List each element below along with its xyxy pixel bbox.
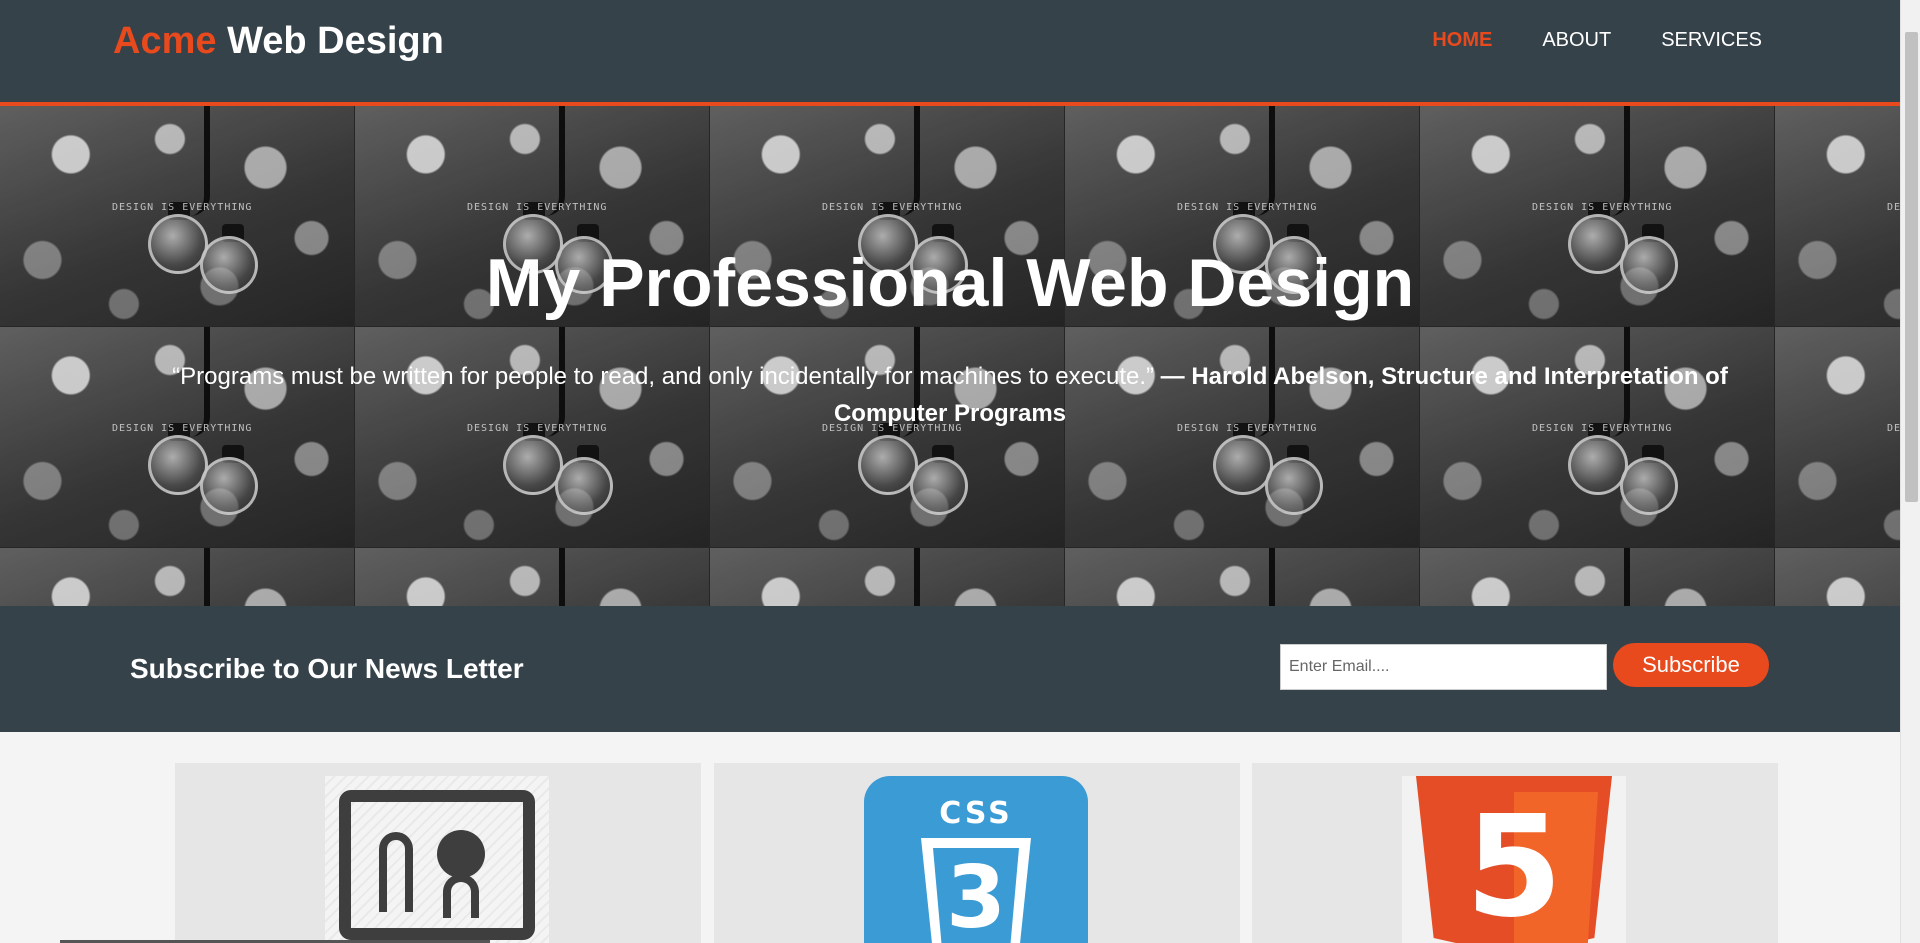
scrollbar-thumb[interactable] [1905, 32, 1918, 502]
feature-box-design [175, 763, 701, 943]
brush-icon [437, 830, 485, 878]
showcase-overlay [0, 106, 1900, 606]
subscribe-button[interactable]: Subscribe [1613, 643, 1769, 687]
css-logo-text: CSS [939, 796, 1013, 831]
css3-logo-icon: CSS 3 [864, 776, 1088, 943]
html5-logo-icon: 5 [1402, 776, 1626, 943]
showcase-title: My Professional Web Design [485, 245, 1415, 321]
design-tablet-icon [325, 776, 549, 943]
quote-text: “Programs must be written for people to … [172, 363, 1154, 390]
brush-stand-icon [443, 874, 479, 918]
brand-name: Web Design [227, 20, 444, 62]
css-logo-number: 3 [946, 848, 1006, 943]
newsletter-heading: Subscribe to Our News Letter [130, 653, 524, 684]
brand-logo[interactable]: Acme Web Design [113, 20, 444, 63]
site-header: Acme Web Design HOME ABOUT SERVICES [0, 0, 1900, 106]
nav-about-link[interactable]: ABOUT [1542, 29, 1611, 52]
pencil-icon [379, 832, 413, 912]
showcase-banner: DESIGN IS EVERYTHING DESIGN IS EVERYTHING… [0, 106, 1900, 606]
showcase-quote: “Programs must be written for people to … [130, 358, 1770, 432]
newsletter-section: Subscribe to Our News Letter Subscribe [0, 606, 1900, 732]
feature-boxes: CSS 3 5 [0, 732, 1900, 943]
tablet-frame [339, 790, 535, 940]
html-logo-number: 5 [1465, 786, 1563, 943]
page-scrollbar[interactable] [1900, 0, 1920, 943]
feature-box-html: 5 [1252, 763, 1778, 943]
main-nav: HOME ABOUT SERVICES [1432, 29, 1762, 52]
email-input[interactable] [1280, 644, 1607, 690]
brand-accent: Acme [113, 20, 217, 62]
nav-services-link[interactable]: SERVICES [1661, 29, 1762, 52]
feature-box-css: CSS 3 [714, 763, 1240, 943]
nav-home-link[interactable]: HOME [1432, 29, 1492, 52]
